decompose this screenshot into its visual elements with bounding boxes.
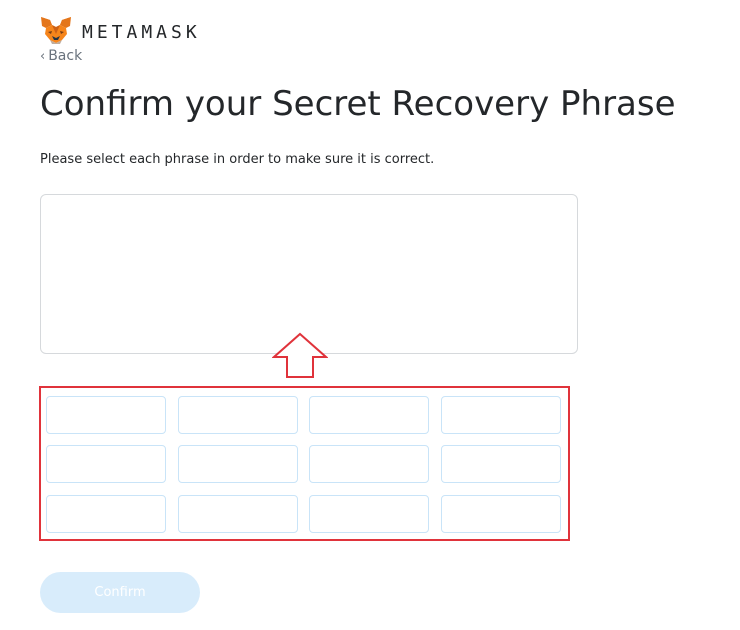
word-option[interactable] [309,445,429,483]
page-title: Confirm your Secret Recovery Phrase [40,84,676,124]
word-options-pool [39,386,570,541]
word-option[interactable] [178,396,298,434]
arrow-up-icon [272,332,328,378]
word-option[interactable] [441,396,561,434]
metamask-logo: METAMASK [40,16,201,46]
chevron-left-icon: ‹ [40,49,46,64]
logo-wordmark: METAMASK [82,21,201,43]
word-option[interactable] [309,396,429,434]
confirm-button[interactable]: Confirm [40,572,200,613]
back-label: Back [48,48,83,64]
word-option[interactable] [178,445,298,483]
word-option[interactable] [46,495,166,533]
word-option[interactable] [441,495,561,533]
instruction-text: Please select each phrase in order to ma… [40,152,435,167]
back-link[interactable]: ‹ Back [40,48,82,64]
word-option[interactable] [309,495,429,533]
word-option[interactable] [46,396,166,434]
word-option[interactable] [178,495,298,533]
selected-words-dropzone[interactable] [40,194,578,354]
metamask-fox-icon [41,17,71,44]
word-option[interactable] [441,445,561,483]
word-option[interactable] [46,445,166,483]
